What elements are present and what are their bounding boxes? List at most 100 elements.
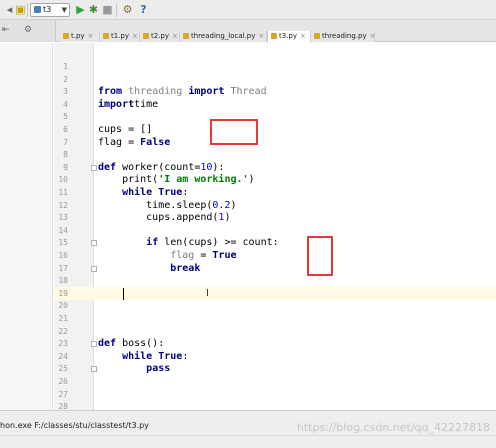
code-line[interactable]: 25 pass bbox=[54, 362, 496, 375]
code-line[interactable]: 15 if len(cups) >= count: bbox=[54, 236, 496, 249]
line-number: 14 bbox=[58, 225, 68, 235]
debug-icon[interactable]: ✱ bbox=[87, 3, 100, 16]
watermark: https://blog.csdn.net/qq_42227818 bbox=[296, 421, 490, 434]
line-number: 23 bbox=[58, 339, 68, 349]
code-line[interactable]: 6 cups = [] bbox=[54, 123, 496, 136]
code-token: ) bbox=[224, 212, 231, 224]
code-line[interactable]: 7 flag = False bbox=[54, 136, 496, 149]
code-token: True bbox=[212, 250, 237, 261]
python-file-icon bbox=[63, 33, 69, 39]
line-number: 27 bbox=[58, 389, 68, 399]
line-number: 7 bbox=[63, 137, 68, 147]
close-icon[interactable]: × bbox=[370, 32, 376, 40]
close-icon[interactable]: × bbox=[88, 32, 94, 40]
code-token: time bbox=[134, 98, 159, 110]
run-config-label: t3 bbox=[43, 5, 52, 14]
code-token: boss(): bbox=[116, 338, 165, 350]
code-line[interactable]: 14 bbox=[54, 224, 496, 237]
status-bar: hon.exe F:/classes/stu/classtest/t3.py h… bbox=[0, 410, 496, 448]
code-line[interactable]: 16 flag = True bbox=[54, 249, 496, 262]
code-line[interactable]: 23 def boss(): bbox=[54, 337, 496, 350]
line-number: 1 bbox=[63, 62, 68, 71]
text-caret bbox=[123, 287, 124, 300]
line-number: 15 bbox=[58, 238, 68, 248]
line-number: 9 bbox=[63, 162, 68, 172]
code-token: len(cups) >= count: bbox=[158, 237, 279, 249]
code-line[interactable]: 24 while True: bbox=[54, 350, 496, 363]
line-number: 10 bbox=[58, 175, 68, 185]
code-editor[interactable]: 1 2 3 from threading import Thread 4 importti… bbox=[54, 43, 496, 411]
code-line[interactable]: 8 bbox=[54, 148, 496, 161]
code-text: if len(cups) >= count: bbox=[98, 236, 279, 249]
code-line[interactable]: 27 bbox=[54, 388, 496, 401]
code-line[interactable]: 4 importtime bbox=[54, 98, 496, 111]
code-line[interactable]: 2 bbox=[54, 73, 496, 86]
fold-marker-icon[interactable] bbox=[91, 341, 97, 348]
fold-marker-icon[interactable] bbox=[91, 164, 97, 171]
code-line[interactable]: 1 bbox=[54, 60, 496, 73]
code-token: cups.append( bbox=[98, 212, 219, 224]
line-number: 8 bbox=[63, 150, 68, 160]
code-token: flag = bbox=[98, 136, 141, 148]
code-line[interactable]: 9 def worker(count=10): bbox=[54, 161, 496, 174]
run-config-select[interactable]: t3 ▼ bbox=[30, 3, 70, 17]
help-button[interactable]: ? bbox=[137, 3, 150, 16]
code-token: def bbox=[98, 338, 117, 350]
line-number: 16 bbox=[58, 251, 68, 260]
collapse-icon[interactable]: ⇤ bbox=[2, 25, 10, 35]
code-line[interactable]: 13 cups.append(1) bbox=[54, 211, 496, 224]
fold-marker-icon[interactable] bbox=[91, 240, 97, 247]
chevron-down-icon: ▼ bbox=[61, 6, 67, 14]
code-line[interactable]: 26 bbox=[54, 375, 496, 388]
tab-t[interactable]: t.py × bbox=[60, 31, 100, 42]
code-line[interactable]: 22 bbox=[54, 325, 496, 338]
project-icon[interactable]: ▣ bbox=[14, 3, 27, 16]
python-file-icon bbox=[34, 6, 41, 13]
close-icon[interactable]: × bbox=[258, 32, 264, 40]
code-token: 0.2 bbox=[212, 199, 231, 211]
code-token: flag bbox=[170, 250, 195, 261]
code-line[interactable]: 3 from threading import Thread bbox=[54, 85, 496, 98]
fold-marker-icon[interactable] bbox=[91, 366, 97, 373]
line-number: 4 bbox=[63, 99, 68, 109]
code-token: import bbox=[98, 98, 135, 110]
line-number: 19 bbox=[58, 288, 68, 298]
fold-marker-icon[interactable] bbox=[91, 265, 97, 272]
code-text: def worker(count=10): bbox=[98, 161, 224, 174]
tab-t2[interactable]: t2.py × bbox=[140, 31, 180, 42]
close-icon[interactable]: × bbox=[172, 32, 178, 40]
tools-icon[interactable]: ⚙ bbox=[121, 3, 134, 16]
tab-threading-local[interactable]: threading_local.py × bbox=[180, 31, 267, 42]
code-token: ): bbox=[212, 161, 225, 173]
code-text: cups.append(1) bbox=[98, 211, 230, 224]
code-text: break bbox=[98, 262, 200, 275]
code-line[interactable]: 17 break bbox=[54, 262, 496, 275]
code-token: import bbox=[188, 86, 225, 98]
code-line[interactable]: 10 print('I am working.') bbox=[54, 173, 496, 186]
close-icon[interactable]: × bbox=[132, 32, 138, 40]
code-token: Thread bbox=[224, 86, 267, 98]
code-line[interactable]: 20 bbox=[54, 299, 496, 312]
code-line[interactable]: 11 while True: bbox=[54, 186, 496, 199]
tab-threading[interactable]: threading.py × bbox=[311, 31, 375, 42]
stop-icon[interactable]: ■ bbox=[101, 3, 114, 16]
project-panel[interactable] bbox=[0, 43, 53, 410]
gear-icon[interactable]: ⚙ bbox=[24, 25, 32, 35]
code-line[interactable]: 21 bbox=[54, 312, 496, 325]
code-token: 10 bbox=[200, 161, 213, 173]
close-icon[interactable]: × bbox=[300, 32, 306, 40]
code-token: print( bbox=[98, 174, 159, 186]
python-file-icon bbox=[314, 33, 320, 39]
run-icon[interactable]: ▶ bbox=[74, 3, 87, 16]
tab-t1[interactable]: t1.py × bbox=[100, 31, 140, 42]
code-line[interactable]: 12 time.sleep(0.2) bbox=[54, 199, 496, 212]
code-line[interactable]: 5 bbox=[54, 110, 496, 123]
code-line[interactable]: 19 I bbox=[54, 286, 496, 300]
tab-t3[interactable]: t3.py × bbox=[267, 31, 311, 43]
code-line[interactable]: 18 bbox=[54, 274, 496, 287]
